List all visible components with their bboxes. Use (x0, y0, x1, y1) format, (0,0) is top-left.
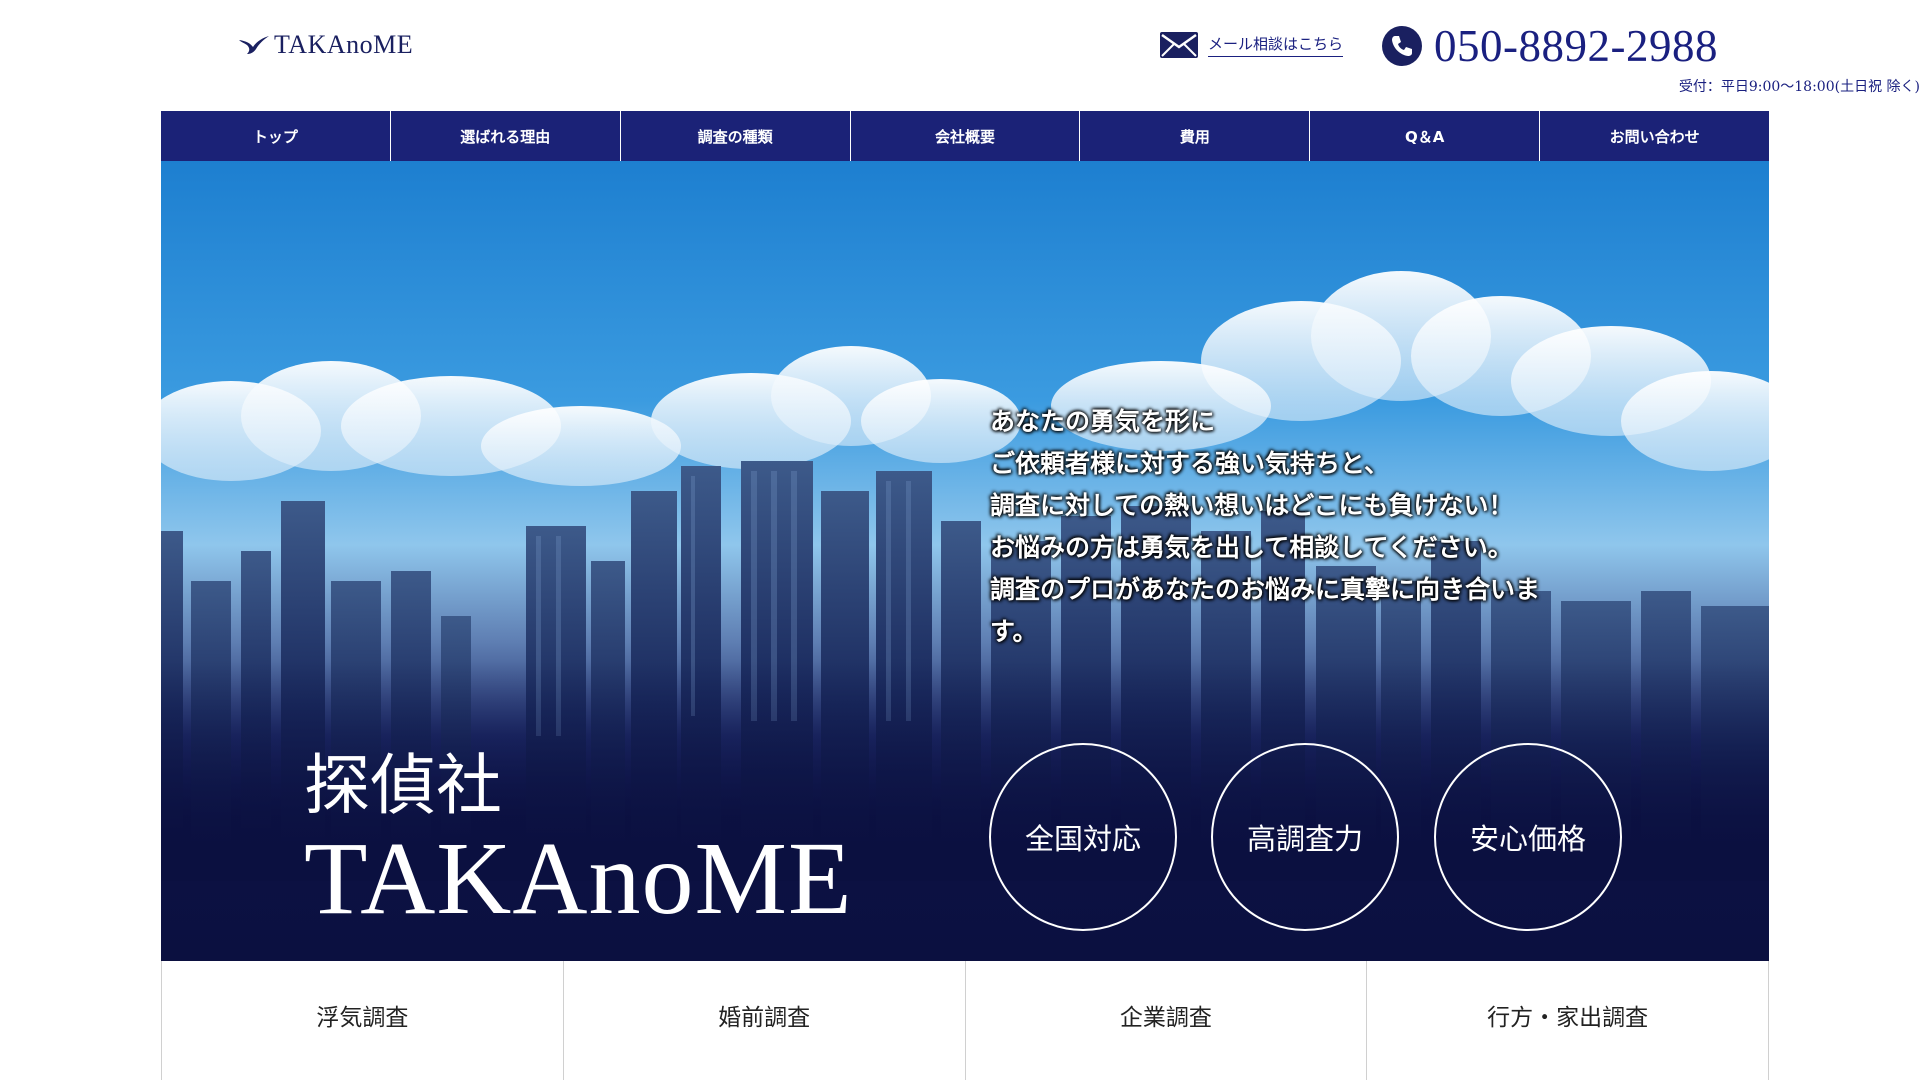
nav-item-company[interactable]: 会社概要 (851, 111, 1081, 161)
phone-icon (1382, 26, 1422, 66)
hawk-icon (239, 36, 269, 54)
service-corporate[interactable]: 企業調査 (964, 961, 1367, 1080)
nav-item-fees[interactable]: 費用 (1080, 111, 1311, 161)
header-contact: メール相談はこちら 050-8892-2988 受付：平日9:00〜18:00(… (1160, 22, 1920, 102)
service-infidelity[interactable]: 浮気調査 (161, 961, 563, 1080)
nav-item-reasons[interactable]: 選ばれる理由 (391, 111, 621, 161)
envelope-icon (1160, 32, 1198, 58)
main-nav: トップ 選ばれる理由 調査の種類 会社概要 費用 Q＆A お問い合わせ (161, 111, 1769, 161)
hero-tagline: あなたの勇気を形に ご依頼者様に対する強い気持ちと、 調査に対しての熱い想いはど… (990, 401, 1610, 653)
nav-item-faq[interactable]: Q＆A (1310, 111, 1541, 161)
logo-text: TAKAnoME (274, 30, 414, 59)
nav-item-top[interactable]: トップ (161, 111, 391, 161)
site-logo[interactable]: TAKAnoME (238, 30, 413, 60)
service-premarital[interactable]: 婚前調査 (562, 961, 965, 1080)
phone-link[interactable]: 050-8892-2988 (1382, 22, 1718, 70)
nav-item-investigation-types[interactable]: 調査の種類 (621, 111, 851, 161)
tagline-line: 調査のプロがあなたのお悩みに真摯に向き合いま (990, 575, 1541, 604)
tagline-line: あなたの勇気を形に (990, 407, 1216, 436)
service-missing-person[interactable]: 行方・家出調査 (1366, 961, 1769, 1080)
tagline-line: す。 (990, 617, 1038, 646)
tagline-line: 調査に対しての熱い想いはどこにも負けない！ (990, 491, 1514, 520)
service-links: 浮気調査 婚前調査 企業調査 行方・家出調査 (161, 961, 1769, 1080)
hero-banner: あなたの勇気を形に ご依頼者様に対する強い気持ちと、 調査に対しての熱い想いはど… (161, 161, 1769, 961)
tagline-line: お悩みの方は勇気を出して相談してください。 (990, 533, 1513, 562)
mail-consult-label: メール相談はこちら (1208, 33, 1344, 57)
nav-item-contact[interactable]: お問い合わせ (1540, 111, 1769, 161)
hero-brand-title: TAKAnoME (304, 821, 853, 936)
feature-badge-nationwide: 全国対応 (989, 743, 1177, 931)
mail-consult-link[interactable]: メール相談はこちら (1160, 32, 1344, 58)
hero-brand-subtitle: 探偵社 (304, 747, 502, 824)
phone-number: 050-8892-2988 (1434, 21, 1718, 71)
feature-badge-price: 安心価格 (1434, 743, 1622, 931)
feature-badge-investigation-power: 高調査力 (1211, 743, 1399, 931)
tagline-line: ご依頼者様に対する強い気持ちと、 (990, 449, 1390, 478)
business-hours: 受付：平日9:00〜18:00(土日祝 除く) (1678, 79, 1920, 95)
